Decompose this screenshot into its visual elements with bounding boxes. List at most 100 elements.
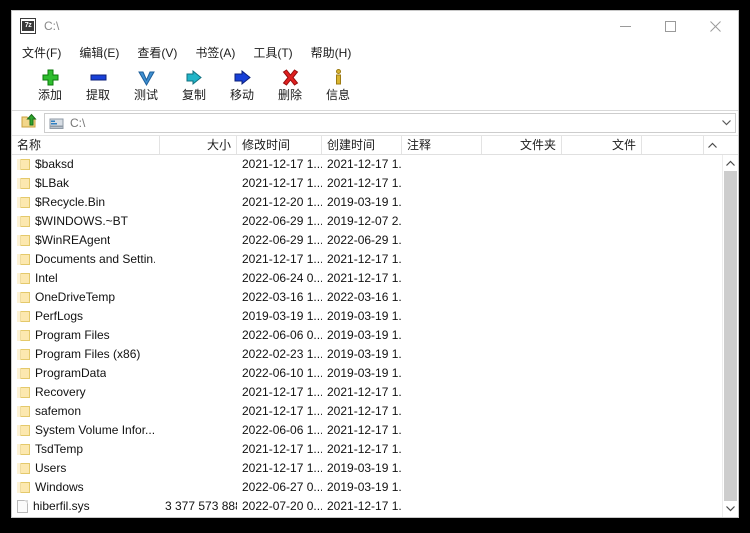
toolbar-add-button[interactable]: 添加 — [26, 66, 74, 102]
scroll-up-arrow[interactable] — [723, 155, 738, 171]
drive-icon — [49, 116, 65, 130]
row-name-label: Program Files (x86) — [35, 347, 141, 361]
row-modified-cell: 2021-12-17 1... — [242, 176, 322, 190]
file-list-body[interactable]: $baksd 2021-12-17 1... 2021-12-17 1... $LBa… — [12, 155, 738, 517]
row-created-cell: 2019-12-07 2... — [327, 214, 402, 228]
row-name-cell: OneDriveTemp — [12, 288, 160, 307]
chevron-down-icon[interactable] — [717, 120, 735, 126]
row-name-cell: $Recycle.Bin — [12, 193, 160, 212]
column-extra[interactable] — [642, 136, 704, 154]
folder-up-button[interactable] — [16, 112, 42, 134]
file-list: 名称 大小 修改时间 创建时间 注释 文件夹 文件 $baksd 2021-12-… — [12, 135, 738, 517]
menu-help[interactable]: 帮助(H) — [311, 42, 361, 63]
row-created-cell: 2022-06-29 1... — [327, 233, 402, 247]
minus-icon — [89, 66, 108, 88]
vertical-scrollbar[interactable] — [722, 155, 738, 517]
folder-icon — [17, 235, 30, 246]
row-name-label: Windows — [35, 480, 84, 494]
address-field[interactable]: C:\ — [44, 113, 736, 133]
folder-up-icon — [21, 113, 38, 134]
menu-bookmarks[interactable]: 书签(A) — [195, 42, 244, 63]
row-name-label: System Volume Infor... — [35, 423, 155, 437]
row-name-cell: MyPhoto.bmp — [12, 516, 160, 517]
row-name-cell: Program Files — [12, 326, 160, 345]
table-row[interactable]: TsdTemp 2021-12-17 1... 2021-12-17 1... — [12, 440, 738, 459]
row-name-label: Users — [35, 461, 67, 475]
table-row[interactable]: Recovery 2021-12-17 1... 2021-12-17 1... — [12, 383, 738, 402]
row-name-cell: Recovery — [12, 383, 160, 402]
toolbar-copy-button[interactable]: 复制 — [170, 66, 218, 102]
column-name[interactable]: 名称 — [12, 136, 160, 154]
menu-file[interactable]: 文件(F) — [22, 42, 70, 63]
table-row[interactable]: $LBak 2021-12-17 1... 2021-12-17 1... — [12, 174, 738, 193]
table-row[interactable]: Intel 2022-06-24 0... 2021-12-17 1... — [12, 269, 738, 288]
row-modified-cell: 2022-06-06 0... — [242, 328, 322, 342]
row-name-label: $LBak — [35, 176, 70, 190]
row-name-label: $Recycle.Bin — [35, 195, 106, 209]
row-name-label: $baksd — [35, 157, 74, 171]
toolbar-test-label: 测试 — [133, 88, 158, 102]
minimize-button[interactable] — [603, 11, 648, 41]
table-row[interactable]: $WINDOWS.~BT 2022-06-29 1... 2019-12-07 2.… — [12, 212, 738, 231]
table-row[interactable]: ProgramData 2022-06-10 1... 2019-03-19 1..… — [12, 364, 738, 383]
table-row[interactable]: Users 2021-12-17 1... 2019-03-19 1... — [12, 459, 738, 478]
toolbar-extract-button[interactable]: 提取 — [74, 66, 122, 102]
menu-view[interactable]: 查看(V) — [137, 42, 186, 63]
column-created[interactable]: 创建时间 — [322, 136, 402, 154]
toolbar-delete-button[interactable]: 删除 — [266, 66, 314, 102]
column-comment[interactable]: 注释 — [402, 136, 482, 154]
row-name-cell: ProgramData — [12, 364, 160, 383]
toolbar-move-button[interactable]: 移动 — [218, 66, 266, 102]
row-modified-cell: 2021-12-20 1... — [242, 195, 322, 209]
row-created-cell: 2019-03-19 1... — [327, 366, 402, 380]
row-created-cell: 2021-12-17 1... — [327, 176, 402, 190]
folder-icon — [17, 482, 30, 493]
row-created-cell: 2021-12-17 1... — [327, 404, 402, 418]
row-modified-cell: 2021-12-17 1... — [242, 157, 322, 171]
close-button[interactable] — [693, 11, 738, 41]
table-row[interactable]: Program Files (x86) 2022-02-23 1... 2019-0… — [12, 345, 738, 364]
table-row[interactable]: Program Files 2022-06-06 0... 2019-03-19 1… — [12, 326, 738, 345]
toolbar-test-button[interactable]: 测试 — [122, 66, 170, 102]
row-name-label: Recovery — [35, 385, 86, 399]
table-row[interactable]: $WinREAgent 2022-06-29 1... 2022-06-29 1..… — [12, 231, 738, 250]
scrollbar-track[interactable] — [723, 171, 738, 501]
table-row[interactable]: Documents and Settin... 2021-12-17 1... 20… — [12, 250, 738, 269]
column-size[interactable]: 大小 — [160, 136, 237, 154]
folder-icon — [17, 216, 30, 227]
scroll-down-arrow[interactable] — [723, 501, 738, 517]
folder-icon — [17, 425, 30, 436]
folder-icon — [17, 159, 30, 170]
menu-tools[interactable]: 工具(T) — [253, 42, 301, 63]
toolbar-copy-label: 复制 — [181, 88, 206, 102]
file-icon — [17, 500, 28, 513]
menu-edit[interactable]: 编辑(E) — [79, 42, 128, 63]
table-row[interactable]: $Recycle.Bin 2021-12-20 1... 2019-03-19 1.… — [12, 193, 738, 212]
row-name-cell: safemon — [12, 402, 160, 421]
table-row[interactable]: $baksd 2021-12-17 1... 2021-12-17 1... — [12, 155, 738, 174]
row-name-cell: $WinREAgent — [12, 231, 160, 250]
row-modified-cell: 2022-06-27 0... — [242, 480, 322, 494]
table-row[interactable]: System Volume Infor... 2022-06-06 1... 202… — [12, 421, 738, 440]
table-row[interactable]: PerfLogs 2019-03-19 1... 2019-03-19 1... — [12, 307, 738, 326]
toolbar-info-button[interactable]: 信息 — [314, 66, 362, 102]
table-row[interactable]: MyPhoto.bmp4 147 2542022-06-14 1...2022-… — [12, 516, 738, 517]
table-row[interactable]: safemon 2021-12-17 1... 2021-12-17 1... — [12, 402, 738, 421]
toolbar-info-label: 信息 — [325, 88, 350, 102]
table-row[interactable]: Windows 2022-06-27 0... 2019-03-19 1... — [12, 478, 738, 497]
copy-arrow-icon — [185, 66, 204, 88]
row-name-label: $WinREAgent — [35, 233, 111, 247]
row-modified-cell: 2022-07-20 0... — [242, 499, 322, 513]
column-folders[interactable]: 文件夹 — [482, 136, 562, 154]
table-row[interactable]: OneDriveTemp 2022-03-16 1... 2022-03-16 1.… — [12, 288, 738, 307]
table-row[interactable]: hiberfil.sys 3 377 573 888 2022-07-20 0...… — [12, 497, 738, 516]
row-name-label: safemon — [35, 404, 82, 418]
maximize-button[interactable] — [648, 11, 693, 41]
row-name-cell: System Volume Infor... — [12, 421, 160, 440]
scrollbar-thumb[interactable] — [724, 171, 737, 501]
folder-icon — [17, 406, 30, 417]
toolbar: 添加 提取 测试 复制 移动 删除 信息 — [12, 63, 738, 111]
column-files[interactable]: 文件 — [562, 136, 642, 154]
row-modified-cell: 2022-06-14 1... — [237, 516, 322, 517]
column-modified[interactable]: 修改时间 — [237, 136, 322, 154]
